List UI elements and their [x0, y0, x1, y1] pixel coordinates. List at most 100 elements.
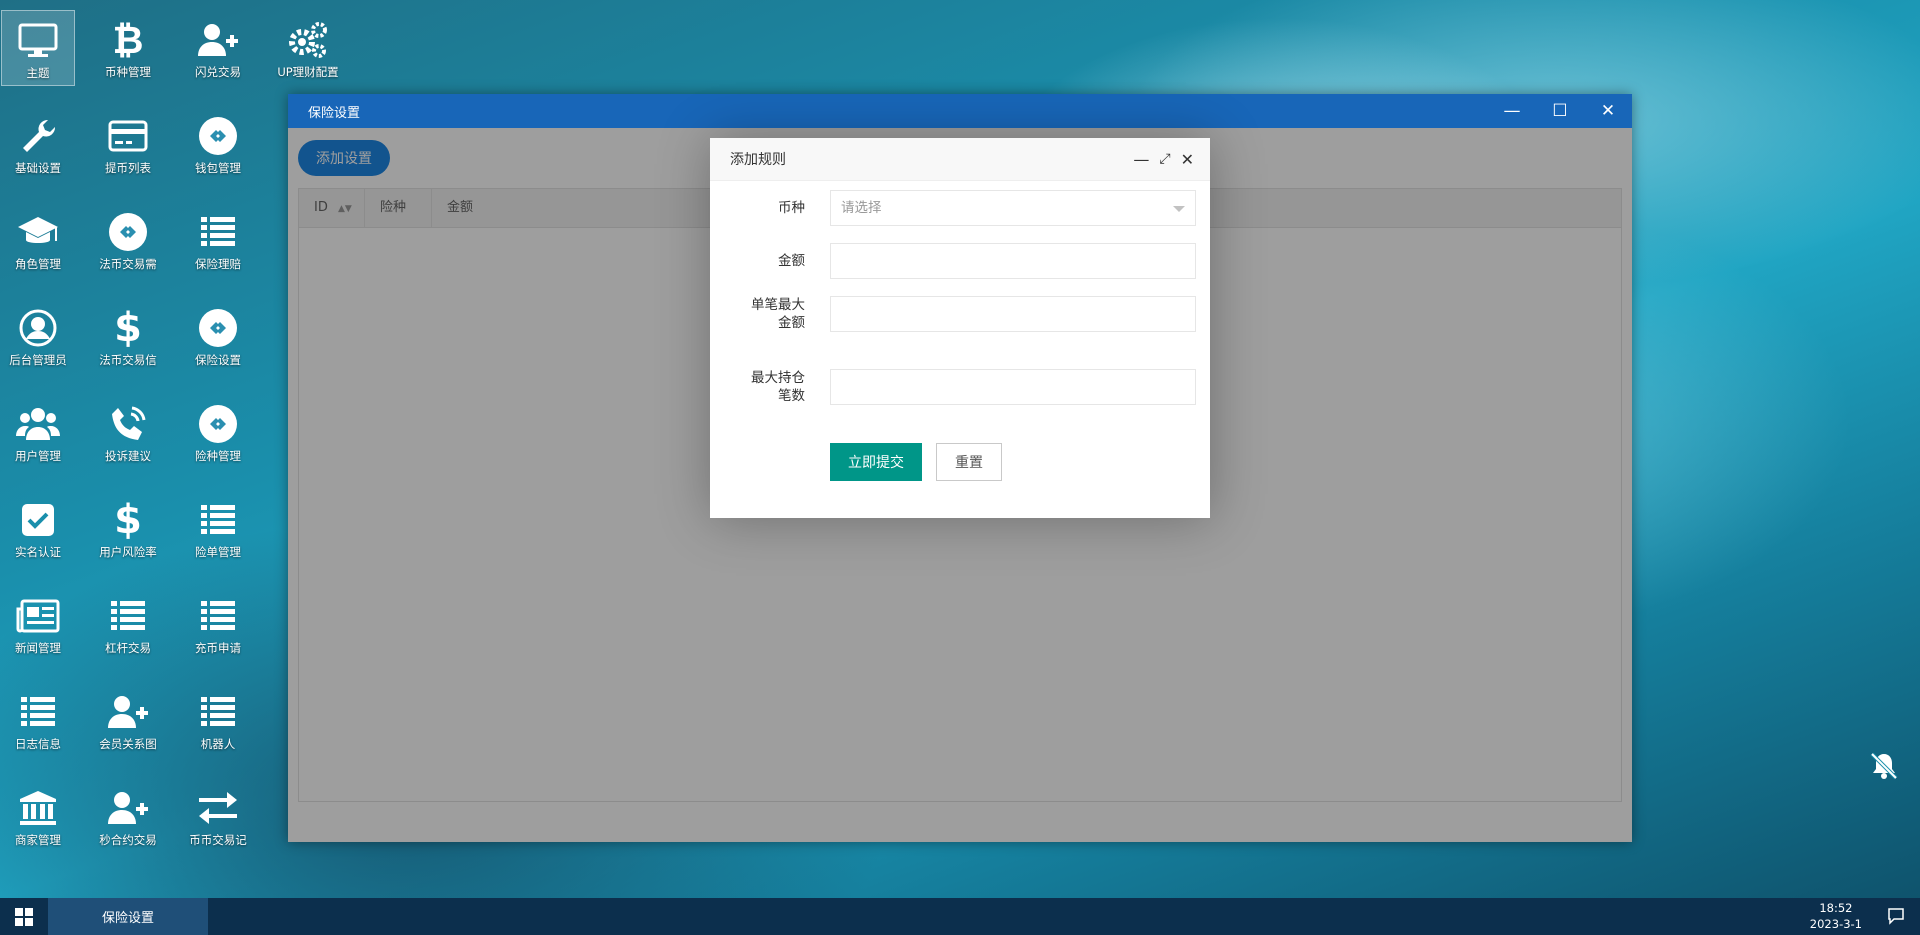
check-square-icon — [16, 498, 60, 542]
dialog-title-bar[interactable]: 添加规则 — ⤢ ✕ — [710, 138, 1210, 181]
max-positions-label: 最大持仓笔数 — [751, 370, 805, 404]
desktop-icon-label: 投诉建议 — [105, 449, 151, 463]
amount-label: 金额 — [778, 253, 805, 269]
taskbar-item-insurance-settings[interactable]: 保险设置 — [48, 898, 208, 935]
desktop-icon-18[interactable]: $ 用户风险率 — [91, 490, 165, 566]
desktop-icon-label: UP理财配置 — [277, 65, 339, 79]
desktop-icon-label: 机器人 — [200, 737, 236, 751]
desktop-icon-6[interactable]: 钱包管理 — [181, 106, 255, 182]
desktop-icon-label: 用户管理 — [15, 449, 61, 463]
max-single-amount-input[interactable] — [830, 296, 1196, 332]
desktop-icon-label: 险单管理 — [195, 545, 241, 559]
desktop-icon-label: 秒合约交易 — [99, 833, 157, 847]
dollar-icon: $ — [114, 305, 142, 351]
list-icon — [196, 690, 240, 734]
clock-time: 18:52 — [1819, 901, 1853, 915]
desktop-icon-17[interactable]: 实名认证 — [1, 490, 75, 566]
chat-bubble-icon[interactable] — [1886, 906, 1906, 930]
desktop-icon-label: 实名认证 — [15, 545, 61, 559]
exchange-icon — [196, 786, 240, 830]
amount-input[interactable] — [830, 243, 1196, 279]
dialog-controls: — ⤢ ✕ — [1133, 138, 1194, 180]
expand-icon[interactable]: ⤢ — [1159, 151, 1170, 167]
bank-icon — [16, 786, 60, 830]
desktop-icon-label: 提币列表 — [105, 161, 151, 175]
chevron-down-icon — [1173, 206, 1185, 212]
desktop-icon-label: 币币交易记 — [189, 833, 247, 847]
link-circle-icon — [196, 306, 240, 350]
desktop-icon-2[interactable]: 闪兑交易 — [181, 10, 255, 86]
desktop-icon-label: 币种管理 — [105, 65, 151, 79]
currency-label: 币种 — [778, 200, 805, 216]
desktop-icon-16[interactable]: 险种管理 — [181, 394, 255, 470]
graduation-cap-icon — [16, 210, 60, 254]
desktop-icon-15[interactable]: 投诉建议 — [91, 394, 165, 470]
desktop-icon-10[interactable]: 保险理赔 — [181, 202, 255, 278]
bitcoin-icon: ₿ — [112, 18, 144, 62]
desktop-icon-0[interactable]: 主题 — [1, 10, 75, 86]
desktop-icon-label: 保险理赔 — [195, 257, 241, 271]
currency-placeholder: 请选择 — [841, 200, 882, 216]
desktop-icon-label: 杠杆交易 — [105, 641, 151, 655]
desktop-icon-3[interactable]: UP理财配置 — [271, 10, 345, 86]
desktop-icon-28[interactable]: 币币交易记 — [181, 778, 255, 854]
maximize-icon[interactable]: ☐ — [1536, 94, 1584, 128]
window-title-bar[interactable]: 保险设置 — ☐ ✕ — [288, 94, 1632, 128]
desktop-icon-5[interactable]: 提币列表 — [91, 106, 165, 182]
desktop-icon-label: 角色管理 — [15, 257, 61, 271]
max-single-row: 单笔最大金额 — [710, 296, 1210, 332]
reset-button[interactable]: 重置 — [936, 443, 1002, 481]
desktop-icon-label: 用户风险率 — [99, 545, 157, 559]
user-plus-icon — [196, 18, 240, 62]
desktop-icon-label: 保险设置 — [195, 353, 241, 367]
dialog-title: 添加规则 — [730, 152, 786, 168]
minimize-icon[interactable]: — — [1133, 150, 1149, 169]
list-icon — [16, 690, 60, 734]
credit-card-icon — [106, 114, 150, 158]
user-plus-icon — [106, 786, 150, 830]
desktop-icon-22[interactable]: 充币申请 — [181, 586, 255, 662]
desktop-icon-14[interactable]: 用户管理 — [1, 394, 75, 470]
windows-start-icon[interactable] — [0, 898, 48, 935]
desktop-icon-label: 基础设置 — [15, 161, 61, 175]
desktop-icon-20[interactable]: 新闻管理 — [1, 586, 75, 662]
desktop-icon-25[interactable]: 机器人 — [181, 682, 255, 758]
bell-slash-icon[interactable] — [1868, 750, 1900, 786]
window-controls: — ☐ ✕ — [1488, 94, 1632, 128]
desktop-icon-4[interactable]: 基础设置 — [1, 106, 75, 182]
desktop-icon-24[interactable]: 会员关系图 — [91, 682, 165, 758]
desktop-icon-11[interactable]: 后台管理员 — [1, 298, 75, 374]
link-circle-icon — [106, 210, 150, 254]
desktop-icon-8[interactable]: 角色管理 — [1, 202, 75, 278]
desktop-icon-21[interactable]: 杠杆交易 — [91, 586, 165, 662]
desktop-icon-26[interactable]: 商家管理 — [1, 778, 75, 854]
desktop-icon-label: 充币申请 — [195, 641, 241, 655]
max-positions-input[interactable] — [830, 369, 1196, 405]
submit-button[interactable]: 立即提交 — [830, 443, 922, 481]
wrench-icon — [16, 114, 60, 158]
desktop-icon-27[interactable]: 秒合约交易 — [91, 778, 165, 854]
clock-date: 2023-3-1 — [1809, 917, 1862, 931]
system-clock[interactable]: 18:52 2023-3-1 — [1810, 900, 1862, 932]
phone-volume-icon — [106, 402, 150, 446]
desktop-icon-19[interactable]: 险单管理 — [181, 490, 255, 566]
max-single-label: 单笔最大金额 — [751, 297, 805, 331]
gears-icon — [286, 18, 330, 62]
currency-select[interactable]: 请选择 — [830, 190, 1196, 226]
desktop-icon-1[interactable]: ₿ 币种管理 — [91, 10, 165, 86]
minimize-icon[interactable]: — — [1488, 94, 1536, 128]
close-icon[interactable]: ✕ — [1181, 150, 1194, 169]
newspaper-icon — [16, 594, 60, 638]
desktop-icon-label: 险种管理 — [195, 449, 241, 463]
max-positions-row: 最大持仓笔数 — [710, 369, 1210, 405]
close-icon[interactable]: ✕ — [1584, 94, 1632, 128]
dollar-icon: $ — [114, 497, 142, 543]
desktop-icon-13[interactable]: 保险设置 — [181, 298, 255, 374]
desktop-icon-12[interactable]: $ 法币交易信 — [91, 298, 165, 374]
desktop-icon-label: 闪兑交易 — [195, 65, 241, 79]
desktop-icon-9[interactable]: 法币交易需 — [91, 202, 165, 278]
desktop-icon-label: 商家管理 — [15, 833, 61, 847]
desktop-icon-23[interactable]: 日志信息 — [1, 682, 75, 758]
taskbar: 保险设置 18:52 2023-3-1 — [0, 898, 1920, 935]
add-rule-dialog: 添加规则 — ⤢ ✕ 币种 请选择 金额 单笔最大金额 最大持仓笔数 立即提交 … — [710, 138, 1210, 518]
